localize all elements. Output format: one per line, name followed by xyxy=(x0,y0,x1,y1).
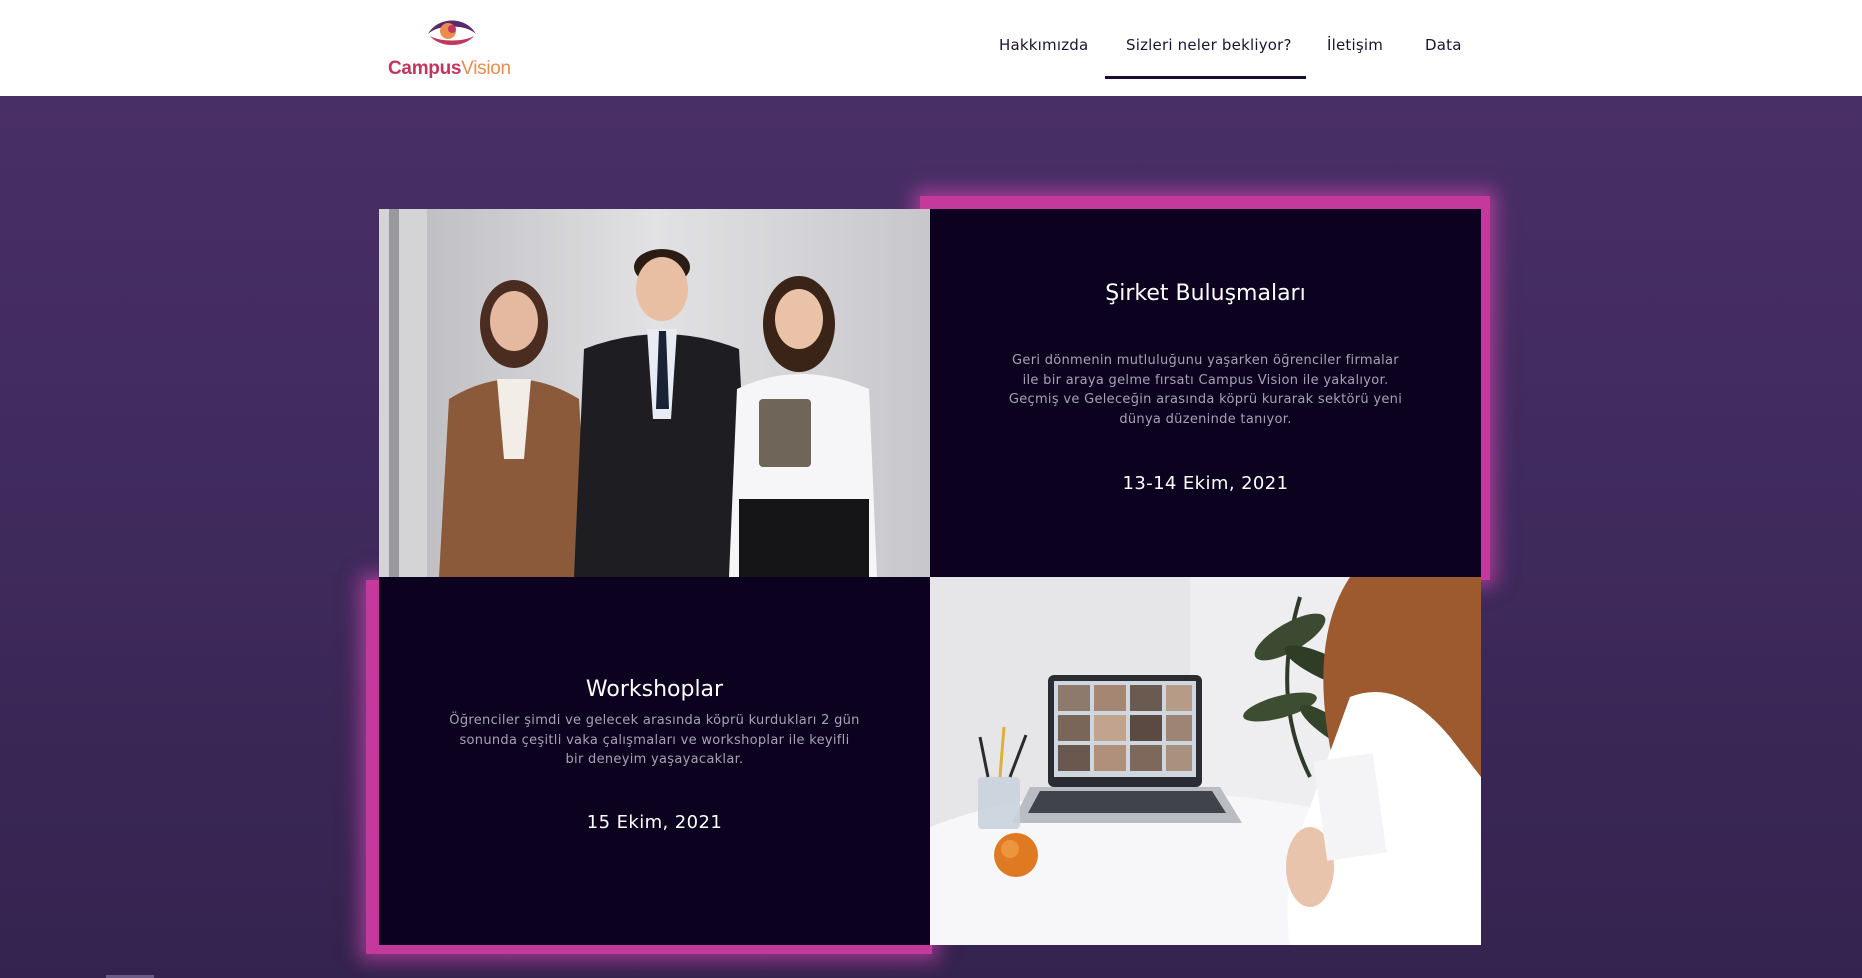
nav-item-hakkimizda[interactable]: Hakkımızda xyxy=(999,36,1088,54)
event-title: Şirket Buluşmaları xyxy=(1105,281,1306,306)
event-card-workshoplar: Workshoplar Öğrenciler şimdi ve gelecek … xyxy=(379,577,930,945)
event-title: Workshoplar xyxy=(585,677,724,702)
active-nav-underline xyxy=(1105,76,1306,79)
video-call-laptop-photo xyxy=(930,577,1481,945)
event-date: 15 Ekim, 2021 xyxy=(586,812,723,833)
logo-text-vision: Vision xyxy=(461,58,511,79)
eye-logo-icon xyxy=(428,20,476,45)
event-description: Geri dönmenin mutluluğunu yaşarken öğren… xyxy=(1008,353,1403,427)
logo-text-campus: Campus xyxy=(388,58,462,79)
nav-item-sizleri-neler-bekliyor[interactable]: Sizleri neler bekliyor? xyxy=(1126,36,1292,54)
campusvision-logo[interactable]: CampusVision xyxy=(386,10,516,79)
business-team-photo-icon xyxy=(379,209,930,577)
event-card-sirket-bulusmalari: Şirket Buluşmaları Geri dönmenin mutlulu… xyxy=(930,209,1481,577)
video-call-laptop-photo-icon xyxy=(930,577,1481,945)
business-team-photo xyxy=(379,209,930,577)
nav-item-data[interactable]: Data xyxy=(1425,36,1462,54)
top-navbar: CampusVision Hakkımızda Sizleri neler be… xyxy=(0,0,1862,96)
event-date: 13-14 Ekim, 2021 xyxy=(1122,473,1289,494)
nav-item-iletisim[interactable]: İletişim xyxy=(1327,36,1383,54)
event-description: Öğrenciler şimdi ve gelecek arasında köp… xyxy=(449,713,860,767)
logo-wordmark: CampusVision xyxy=(388,58,511,80)
